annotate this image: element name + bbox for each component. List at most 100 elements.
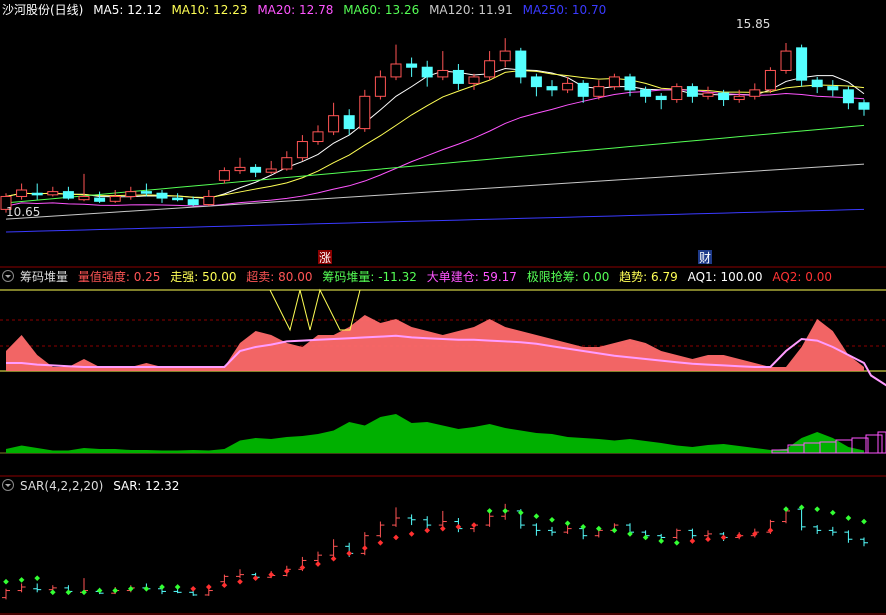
sar-dot [96, 587, 103, 594]
ma20-line [5, 89, 865, 207]
candle-body [593, 86, 605, 97]
candle-body [421, 66, 433, 78]
candle-body [764, 69, 776, 91]
sar-dot [424, 527, 431, 534]
sar-dot [377, 539, 384, 546]
sar-dot [673, 539, 680, 546]
sar-dot [330, 555, 337, 562]
candle-body [546, 86, 558, 91]
sar-dot [268, 571, 275, 578]
candle-body [187, 199, 199, 206]
sar-dot [689, 538, 696, 544]
sar-dot [346, 550, 353, 557]
candle-body [16, 189, 28, 197]
sar-dot [720, 534, 727, 541]
p2-item: AQ1: 100.00 [687, 270, 763, 284]
candle-body [62, 191, 74, 199]
candle-body [499, 50, 511, 62]
candle-body [858, 102, 870, 110]
sar-dot [549, 516, 555, 523]
panel2-title[interactable]: 筹码堆量 [20, 270, 68, 284]
sar-dot [845, 515, 852, 521]
candle-body [328, 115, 340, 133]
low-price-label: 10.65 [6, 205, 40, 219]
sar-dot [237, 578, 243, 585]
sar-dot [705, 536, 711, 543]
candle-body [608, 76, 620, 88]
candle-body [390, 63, 402, 78]
candle-body [811, 79, 823, 88]
ma250-label: MA250: 10.70 [522, 3, 607, 17]
candle-body [796, 47, 808, 81]
candle-body [31, 192, 43, 196]
panel3-legend: SAR(4,2,2,20) SAR: 12.32 [2, 478, 185, 494]
candle-body [140, 191, 152, 194]
sar-dot [205, 584, 212, 590]
marker-zhang: 涨 [319, 250, 331, 265]
sar-dot [34, 575, 41, 581]
ma60-label: MA60: 13.26 [343, 3, 420, 17]
sar-dot [408, 531, 415, 537]
candle-body [250, 166, 262, 173]
sar-dot [252, 575, 259, 581]
settings-icon[interactable] [2, 270, 14, 282]
candle-body [156, 192, 168, 199]
candle-body [203, 195, 215, 206]
ma250-line [5, 208, 865, 233]
sar-dot [221, 582, 228, 589]
ma20-label: MA20: 12.78 [257, 3, 334, 17]
settings-icon[interactable] [2, 479, 14, 491]
candle-body [468, 76, 480, 84]
sar-dot [471, 522, 477, 528]
panel3-title[interactable]: SAR(4,2,2,20) [20, 479, 103, 493]
p2-item: 筹码堆量: -11.32 [322, 270, 417, 284]
p2-item: 超卖: 80.00 [246, 270, 313, 284]
p2-item: AQ2: 0.00 [772, 270, 832, 284]
candle-body [671, 86, 683, 101]
p2-item: 趋势: 6.79 [619, 270, 678, 284]
candle-body [640, 89, 652, 97]
high-price-label: 15.85 [736, 17, 770, 31]
candle-body [530, 76, 542, 88]
sar-dot [3, 578, 9, 585]
sar-dot [49, 589, 56, 596]
sar-dot [486, 508, 493, 514]
candle-body [47, 191, 59, 196]
sar-dot [18, 577, 25, 583]
ma5-label: MA5: 12.12 [93, 3, 162, 17]
green-area [6, 414, 864, 453]
candle-body [842, 89, 854, 104]
sar-dot [814, 506, 821, 512]
candle-body [655, 95, 667, 101]
candle-body [562, 82, 574, 91]
sar-dot [190, 585, 197, 592]
ma10-line [5, 69, 865, 199]
candle-body [265, 168, 277, 173]
marker-cai: 财 [699, 251, 711, 265]
sar-dot [533, 513, 540, 520]
candle-body [718, 92, 730, 101]
candle-body [109, 195, 121, 202]
candle-body [125, 191, 137, 197]
sar-dot [315, 561, 321, 567]
candle-body [296, 141, 308, 159]
candle-body [452, 69, 464, 84]
panel1-legend: 沙河股份(日线) MA5: 12.12 MA10: 12.23 MA20: 12… [2, 2, 612, 18]
candle-body [515, 50, 527, 78]
sar-dot [861, 518, 867, 525]
sar-dot [393, 534, 399, 541]
sar-dot [65, 589, 72, 596]
candle-body [281, 157, 293, 170]
stock-name[interactable]: 沙河股份(日线) [2, 3, 83, 17]
candle-body [312, 131, 324, 143]
sar-dot [439, 525, 446, 532]
red-area [6, 315, 864, 371]
candle-body [359, 95, 371, 130]
candle-body [686, 86, 698, 97]
candle-body [437, 69, 449, 78]
sar-dot [361, 545, 368, 551]
candle-body [733, 95, 745, 101]
candle-body [624, 76, 636, 91]
candle-body [827, 86, 839, 91]
panel2-legend: 筹码堆量 量值强度: 0.25 走强: 50.00 超卖: 80.00 筹码堆量… [2, 269, 838, 285]
